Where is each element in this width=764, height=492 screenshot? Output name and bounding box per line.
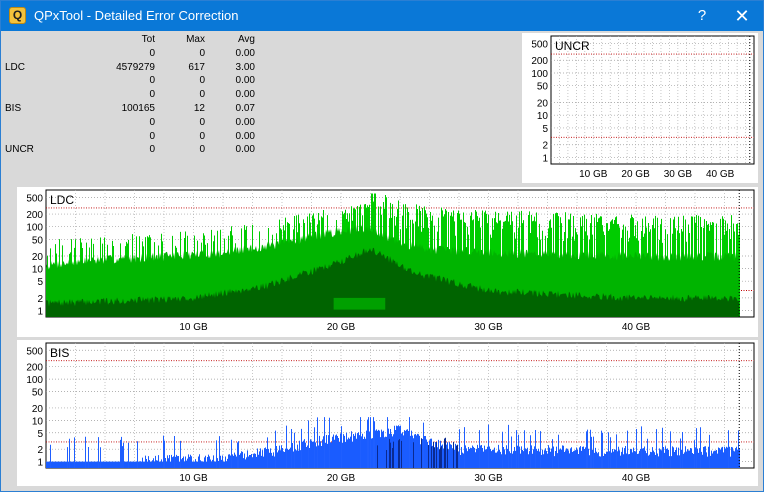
row-label: LDC <box>5 61 26 73</box>
error-summary-table: Tot Max Avg 0 0 0.00 LDC 4579279 617 3.0… <box>5 34 263 158</box>
x-tick-label: 40 GB <box>706 169 735 180</box>
table-row: 0 0 0.00 <box>5 131 263 145</box>
table-row: LDC 4579279 617 3.00 <box>5 62 263 76</box>
row-tot: 0 <box>149 116 155 128</box>
x-tick-label: 30 GB <box>664 169 693 180</box>
y-tick-label: 10 <box>32 265 44 276</box>
row-label: BIS <box>5 102 22 114</box>
y-tick-label: 50 <box>537 82 549 93</box>
row-avg: 0.00 <box>235 130 255 142</box>
x-tick-label: 30 GB <box>474 473 503 484</box>
x-tick-label: 10 GB <box>179 473 208 484</box>
row-tot: 0 <box>149 89 155 101</box>
y-tick-label: 500 <box>26 193 43 204</box>
row-avg: 3.00 <box>235 61 255 73</box>
row-label: UNCR <box>5 144 34 156</box>
title-bar[interactable]: Q QPxTool - Detailed Error Correction ? … <box>1 1 763 31</box>
row-max: 0 <box>199 144 205 156</box>
uncr-chart: 12 5 10 20 50 100 200 500 10 GB 20 GB 30 GB 40 GB UN… <box>531 35 755 180</box>
table-header: Tot Max Avg <box>5 34 263 48</box>
row-max: 617 <box>188 61 205 73</box>
qpxtool-app-icon: Q <box>9 7 26 24</box>
header-avg: Avg <box>237 34 255 45</box>
y-tick-label: 1 <box>542 153 548 164</box>
y-tick-label: 50 <box>32 388 44 399</box>
y-tick-label: 2 <box>37 445 43 456</box>
y-tick-label: 10 <box>32 416 44 427</box>
table-row: 0 0 0.00 <box>5 117 263 131</box>
qpxtool-window: Q QPxTool - Detailed Error Correction ? … <box>0 0 764 492</box>
y-tick-label: 5 <box>37 429 43 440</box>
y-tick-label: 10 <box>537 111 549 122</box>
row-max: 0 <box>199 75 205 87</box>
y-tick-label: 500 <box>531 39 548 50</box>
x-tick-label: 10 GB <box>179 322 208 333</box>
row-avg: 0.00 <box>235 75 255 87</box>
y-tick-label: 200 <box>26 210 43 221</box>
x-tick-label: 20 GB <box>621 169 650 180</box>
close-button[interactable]: ✕ <box>723 1 761 31</box>
row-max: 0 <box>199 116 205 128</box>
ldc-chart-panel: 1 2 5 10 20 50 100 200 500 10 GB 20 GB 30 GB 40 GB LD… <box>17 187 758 337</box>
row-tot: 0 <box>149 75 155 87</box>
table-row: 0 0 0.00 <box>5 75 263 89</box>
y-tick-label: 200 <box>531 56 548 67</box>
ldc-floor <box>46 309 740 317</box>
y-tick-label: 200 <box>26 363 43 374</box>
ldc-chart: 1 2 510 20 50100 200 500 10 GB 20 GB 30 GB 40 GB LD… <box>26 189 755 333</box>
row-avg: 0.00 <box>235 89 255 101</box>
row-max: 0 <box>199 47 205 59</box>
table-row: UNCR 0 0 0.00 <box>5 144 263 158</box>
y-tick-label: 2 <box>37 294 43 305</box>
help-button[interactable]: ? <box>683 1 721 31</box>
x-tick-label: 20 GB <box>327 473 356 484</box>
x-tick-label: 40 GB <box>622 322 651 333</box>
table-row: 0 0 0.00 <box>5 89 263 103</box>
y-tick-label: 5 <box>37 277 43 288</box>
y-tick-label: 50 <box>32 235 44 246</box>
x-tick-label: 10 GB <box>579 169 608 180</box>
row-avg: 0.07 <box>235 102 255 114</box>
y-tick-label: 100 <box>531 69 548 80</box>
row-max: 0 <box>199 89 205 101</box>
row-tot: 0 <box>149 130 155 142</box>
window-title: QPxTool - Detailed Error Correction <box>34 8 239 23</box>
y-tick-label: 20 <box>32 252 44 263</box>
table-row: BIS 100165 12 0.07 <box>5 103 263 117</box>
bis-chart: 1 2 5 1020 50 100200 500 10 GB 20 GB 30 GB 40 GB BI… <box>26 342 755 484</box>
x-tick-label: 30 GB <box>474 322 503 333</box>
y-tick-label: 100 <box>26 375 43 386</box>
row-avg: 0.00 <box>235 116 255 128</box>
table-row: 0 0 0.00 <box>5 48 263 62</box>
x-tick-label: 20 GB <box>327 322 356 333</box>
row-tot: 0 <box>149 47 155 59</box>
chart-title: LDC <box>50 193 74 207</box>
chart-title: BIS <box>50 346 69 360</box>
header-max: Max <box>186 34 205 45</box>
x-tick-label: 40 GB <box>622 473 651 484</box>
row-tot: 100165 <box>121 102 155 114</box>
y-tick-label: 100 <box>26 223 43 234</box>
row-tot: 0 <box>149 144 155 156</box>
y-tick-label: 2 <box>542 141 548 152</box>
chart-title: UNCR <box>555 39 590 53</box>
y-tick-label: 1 <box>37 458 43 469</box>
y-tick-label: 5 <box>542 124 548 135</box>
row-avg: 0.00 <box>235 144 255 156</box>
bis-chart-panel: 1 2 5 10 20 50 100 200 500 10 GB 20 GB 30 GB 40 GB BI… <box>17 340 758 486</box>
header-tot: Tot <box>141 34 155 45</box>
row-max: 12 <box>193 102 205 114</box>
y-tick-label: 20 <box>32 404 44 415</box>
row-max: 0 <box>199 130 205 142</box>
row-avg: 0.00 <box>235 47 255 59</box>
y-tick-label: 1 <box>37 307 43 318</box>
uncr-chart-panel: 1 2 5 10 20 50 100 200 500 10 GB 20 GB 30 GB 40 GB UN… <box>522 33 758 183</box>
y-tick-label: 500 <box>26 346 43 357</box>
row-tot: 4579279 <box>116 61 155 73</box>
y-tick-label: 20 <box>537 98 549 109</box>
